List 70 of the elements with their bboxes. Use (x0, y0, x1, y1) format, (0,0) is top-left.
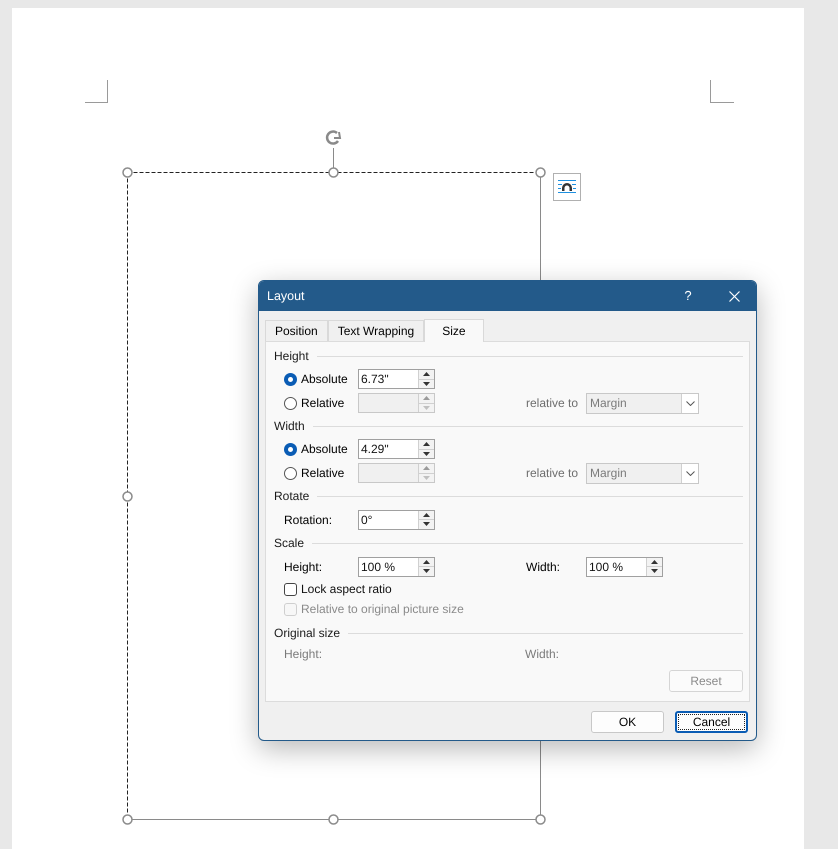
spin-up-button[interactable] (419, 558, 434, 566)
relative-to-label: relative to (526, 465, 580, 482)
chevron-down-icon (686, 470, 694, 476)
up-arrow-icon (423, 466, 430, 470)
scale-height-label: Height: (284, 558, 324, 576)
spin-up-button[interactable] (419, 510, 434, 519)
down-arrow-icon (423, 452, 430, 456)
up-arrow-icon (423, 512, 430, 517)
checkbox-label: Lock aspect ratio (301, 581, 392, 598)
checkbox-label: Relative to original picture size (301, 601, 464, 618)
rotate-handle-icon[interactable] (326, 130, 342, 145)
dialog-button[interactable]: OK (591, 711, 664, 733)
section-heading: Height (274, 348, 309, 365)
original-height-label: Height: (284, 646, 324, 663)
spin-down-button[interactable] (419, 566, 434, 576)
down-arrow-icon (423, 382, 430, 386)
resize-handle[interactable] (535, 814, 546, 825)
resize-handle[interactable] (328, 814, 339, 825)
tab[interactable]: Text Wrapping (328, 320, 424, 341)
radio-label: Relative (301, 465, 344, 482)
section-heading: Rotate (274, 488, 310, 505)
section-heading: Original size (274, 625, 340, 642)
down-arrow-icon (423, 406, 430, 410)
relative-to-label: relative to (526, 395, 580, 412)
original-width-label: Width: (525, 646, 560, 663)
resize-handle[interactable] (535, 167, 546, 178)
text-wrap-icon (557, 178, 577, 196)
crop-mark-icon (85, 80, 108, 103)
spin-up-button[interactable] (419, 440, 434, 448)
chevron-down-icon (686, 400, 694, 406)
down-arrow-icon (423, 476, 430, 480)
dialog-button[interactable]: Cancel (675, 711, 748, 733)
up-arrow-icon (651, 560, 658, 564)
layout-options-button[interactable] (553, 173, 581, 201)
section-heading: Width (274, 418, 305, 435)
checkbox[interactable] (284, 582, 297, 596)
resize-handle[interactable] (122, 814, 133, 825)
spin-field[interactable]: 100 % (586, 556, 663, 576)
rotation-label: Rotation: (284, 512, 334, 528)
down-arrow-icon (651, 569, 658, 574)
radio-button[interactable] (284, 442, 297, 456)
up-arrow-icon (423, 442, 430, 446)
help-button[interactable]: ? (677, 286, 699, 306)
scale-width-label: Width: (526, 558, 562, 576)
close-icon (728, 290, 740, 302)
spin-field[interactable]: 6.73" (358, 369, 435, 389)
down-arrow-icon (423, 522, 430, 526)
tab[interactable]: Position (265, 320, 328, 341)
spin-down-button[interactable] (419, 519, 434, 528)
spin-field[interactable]: 4.29" (358, 439, 435, 459)
spin-field[interactable]: 0° (358, 510, 435, 530)
spin-up-button[interactable] (419, 370, 434, 378)
resize-handle[interactable] (122, 167, 133, 178)
resize-handle[interactable] (328, 167, 339, 178)
down-arrow-icon (423, 569, 430, 574)
tab[interactable]: Size (424, 319, 484, 342)
up-arrow-icon (423, 396, 430, 400)
crop-mark-icon (710, 80, 734, 103)
radio-button[interactable] (284, 372, 297, 386)
up-arrow-icon (423, 372, 430, 376)
spin-up-button[interactable] (647, 558, 662, 566)
radio-label: Absolute (301, 371, 348, 388)
up-arrow-icon (423, 560, 430, 564)
spin-field[interactable]: 100 % (358, 556, 435, 576)
spin-down-button[interactable] (647, 566, 662, 576)
radio-label: Relative (301, 395, 344, 412)
section-heading: Scale (274, 535, 304, 552)
radio-label: Absolute (301, 441, 348, 458)
resize-handle[interactable] (122, 491, 133, 502)
window-title: Layout (267, 288, 306, 305)
